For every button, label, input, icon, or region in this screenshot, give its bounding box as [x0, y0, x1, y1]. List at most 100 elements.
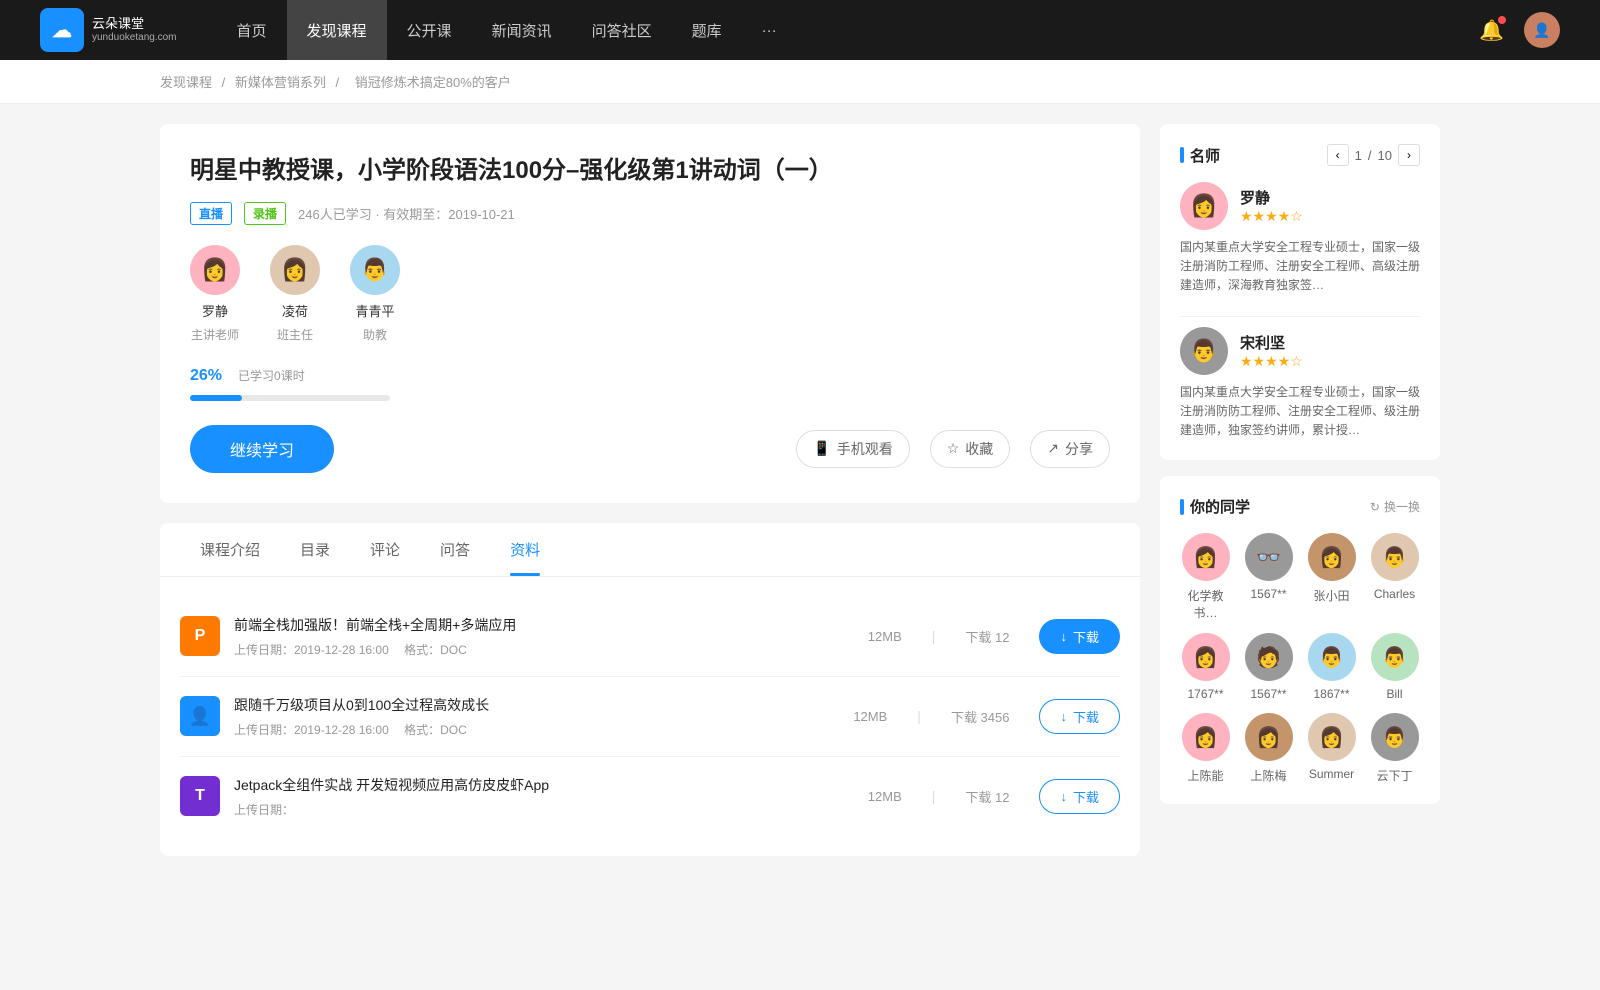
nav-item-discover[interactable]: 发现课程	[287, 0, 387, 60]
phone-icon: 📱	[813, 440, 830, 457]
teacher-card-item-1: 👨 宋利坚 ★★★★☆ 国内某重点大学安全工程专业硕士，国家一级注册消防防工程师…	[1180, 327, 1420, 441]
tabs-section: 课程介绍 目录 评论 问答 资料 P 前端全栈加强版！前端全栈+全周期+多端应用…	[160, 523, 1140, 856]
teacher-name-0: 罗静	[202, 301, 228, 320]
pagination-total: 10	[1378, 148, 1392, 163]
classmate-item-6: 👨 1867**	[1306, 633, 1357, 701]
resource-dl-count-1: 下载 3456	[951, 707, 1010, 726]
download-button-2[interactable]: ↓ 下载	[1039, 779, 1120, 814]
collect-label: 收藏	[965, 439, 993, 459]
user-avatar[interactable]: 👤	[1524, 12, 1560, 48]
teacher-card-desc-1: 国内某重点大学安全工程专业硕士，国家一级注册消防防工程师、注册安全工程师、级注册…	[1180, 383, 1420, 441]
classmate-item-11: 👨 云下丁	[1369, 713, 1420, 784]
teacher-item-0: 👩 罗静 主讲老师	[190, 245, 240, 343]
tag-live: 直播	[190, 202, 232, 225]
classmate-avatar-2[interactable]: 👩	[1308, 533, 1356, 581]
teacher-role-0: 主讲老师	[191, 326, 239, 343]
teacher-card-info-1: 宋利坚 ★★★★☆	[1240, 332, 1420, 370]
teachers-sidebar-title: 名师	[1180, 145, 1220, 166]
classmate-avatar-10[interactable]: 👩	[1308, 713, 1356, 761]
classmate-item-9: 👩 上陈梅	[1243, 713, 1294, 784]
course-meta: 直播 录播 246人已学习 · 有效期至：2019-10-21	[190, 202, 1110, 225]
resource-info-1: 跟随千万级项目从0到100全过程高效成长 上传日期：2019-12-28 16:…	[234, 695, 853, 738]
share-button[interactable]: ↗ 分享	[1030, 430, 1110, 468]
phone-label: 手机观看	[837, 439, 893, 459]
classmate-avatar-3[interactable]: 👨	[1371, 533, 1419, 581]
classmate-avatar-5[interactable]: 🧑	[1245, 633, 1293, 681]
resource-icon-2: T	[180, 776, 220, 816]
main-layout: 明星中教授课，小学阶段语法100分–强化级第1讲动词（一） 直播 录播 246人…	[0, 104, 1600, 876]
nav-item-open[interactable]: 公开课	[387, 0, 472, 60]
classmate-name-5: 1567**	[1250, 687, 1286, 701]
classmate-avatar-9[interactable]: 👩	[1245, 713, 1293, 761]
sidebar: 名师 ‹ 1 / 10 › 👩 罗静 ★★★★☆ 国内	[1160, 124, 1440, 856]
download-icon-0: ↓	[1060, 629, 1067, 644]
refresh-button[interactable]: ↻ 换一换	[1370, 498, 1420, 515]
main-content: 明星中教授课，小学阶段语法100分–强化级第1讲动词（一） 直播 录播 246人…	[160, 124, 1140, 856]
resource-meta-2: 上传日期：	[234, 801, 868, 818]
classmate-avatar-7[interactable]: 👨	[1371, 633, 1419, 681]
resource-right-0: 12MB | 下载 12 ↓ 下载	[868, 619, 1120, 654]
tab-resources[interactable]: 资料	[490, 523, 560, 576]
teacher-card-item-0: 👩 罗静 ★★★★☆ 国内某重点大学安全工程专业硕士，国家一级注册消防工程师、注…	[1180, 182, 1420, 296]
nav-items: 首页 发现课程 公开课 新闻资讯 问答社区 题库 ···	[217, 0, 1480, 60]
pagination-current: 1	[1355, 148, 1362, 163]
classmate-name-6: 1867**	[1313, 687, 1349, 701]
resource-size-2: 12MB	[868, 789, 902, 804]
prev-teacher-button[interactable]: ‹	[1327, 144, 1349, 166]
breadcrumb-link-discover[interactable]: 发现课程	[160, 75, 212, 90]
download-button-1[interactable]: ↓ 下载	[1039, 699, 1120, 734]
nav-item-news[interactable]: 新闻资讯	[472, 0, 572, 60]
tab-intro[interactable]: 课程介绍	[180, 523, 280, 576]
tab-review[interactable]: 评论	[350, 523, 420, 576]
next-teacher-button[interactable]: ›	[1398, 144, 1420, 166]
download-button-0[interactable]: ↓ 下载	[1039, 619, 1120, 654]
tag-record: 录播	[244, 202, 286, 225]
progress-bar	[190, 395, 390, 401]
breadcrumb-link-series[interactable]: 新媒体营销系列	[235, 75, 326, 90]
classmates-title-row: 你的同学 ↻ 换一换	[1180, 496, 1420, 517]
logo-icon: ☁	[40, 8, 84, 52]
resource-meta-0: 上传日期：2019-12-28 16:00 格式：DOC	[234, 641, 868, 658]
resource-right-1: 12MB | 下载 3456 ↓ 下载	[853, 699, 1120, 734]
continue-button[interactable]: 继续学习	[190, 425, 334, 473]
resource-item-0: P 前端全栈加强版！前端全栈+全周期+多端应用 上传日期：2019-12-28 …	[180, 597, 1120, 677]
nav-item-home[interactable]: 首页	[217, 0, 287, 60]
classmate-name-11: 云下丁	[1376, 767, 1412, 784]
nav-item-qa[interactable]: 问答社区	[572, 0, 672, 60]
tab-qa[interactable]: 问答	[420, 523, 490, 576]
phone-watch-button[interactable]: 📱 手机观看	[796, 430, 909, 468]
classmate-item-7: 👨Bill	[1369, 633, 1420, 701]
logo[interactable]: ☁ 云朵课堂 yunduoketang.com	[40, 8, 177, 52]
classmate-avatar-0[interactable]: 👩	[1182, 533, 1230, 581]
course-title: 明星中教授课，小学阶段语法100分–强化级第1讲动词（一）	[190, 154, 1110, 188]
teacher-card-info-0: 罗静 ★★★★☆	[1240, 187, 1420, 225]
teacher-card-name-0: 罗静	[1240, 187, 1420, 208]
classmate-avatar-8[interactable]: 👩	[1182, 713, 1230, 761]
nav-item-quiz[interactable]: 题库	[672, 0, 742, 60]
collect-button[interactable]: ☆ 收藏	[930, 430, 1011, 468]
breadcrumb-current: 销冠修炼术搞定80%的客户	[355, 75, 511, 90]
refresh-icon: ↻	[1370, 500, 1380, 514]
teachers-pagination: ‹ 1 / 10 ›	[1327, 144, 1420, 166]
classmate-name-8: 上陈能	[1187, 767, 1223, 784]
classmate-avatar-1[interactable]: 👓	[1245, 533, 1293, 581]
classmate-avatar-6[interactable]: 👨	[1308, 633, 1356, 681]
teacher-card-header-1: 👨 宋利坚 ★★★★☆	[1180, 327, 1420, 375]
classmate-avatar-4[interactable]: 👩	[1182, 633, 1230, 681]
classmates-sidebar-card: 你的同学 ↻ 换一换 👩化学教书…👓1567**👩张小田👨Charles👩176…	[1160, 476, 1440, 804]
classmate-item-2: 👩 张小田	[1306, 533, 1357, 621]
classmate-avatar-11[interactable]: 👨	[1371, 713, 1419, 761]
resource-size-0: 12MB	[868, 629, 902, 644]
classmate-name-4: 1767**	[1187, 687, 1223, 701]
classmates-title: 你的同学	[1180, 496, 1250, 517]
classmate-item-0: 👩化学教书…	[1180, 533, 1231, 621]
classmate-name-2: 张小田	[1313, 587, 1349, 604]
bell-icon[interactable]: 🔔	[1479, 18, 1504, 43]
progress-section: 26% 已学习0课时	[190, 367, 1110, 401]
tab-catalog[interactable]: 目录	[280, 523, 350, 576]
resource-icon-0: P	[180, 616, 220, 656]
classmate-name-9: 上陈梅	[1250, 767, 1286, 784]
course-header-card: 明星中教授课，小学阶段语法100分–强化级第1讲动词（一） 直播 录播 246人…	[160, 124, 1140, 503]
nav-item-more[interactable]: ···	[742, 0, 797, 60]
classmate-item-10: 👩Summer	[1306, 713, 1357, 784]
